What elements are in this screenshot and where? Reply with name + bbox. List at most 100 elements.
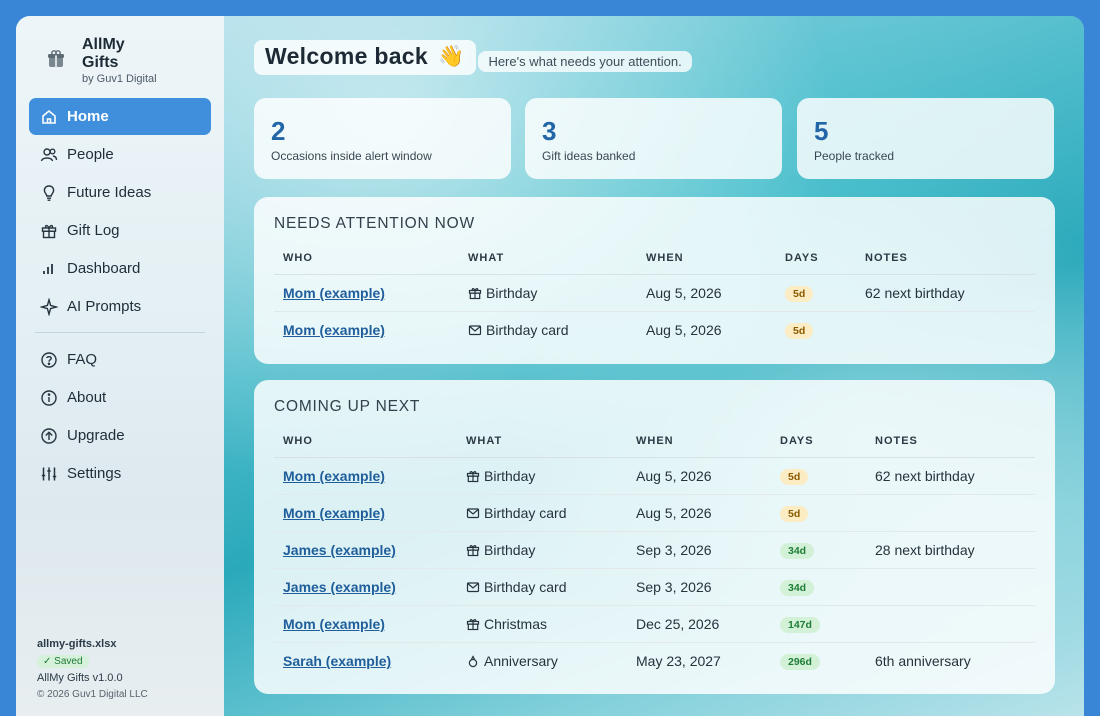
days-badge: 5d [785,286,814,302]
sidebar-item-upgrade[interactable]: Upgrade [29,417,211,454]
table-header-row: WHO WHAT WHEN DAYS NOTES [274,424,1035,458]
app-window: AllMy Gifts by Guv1 Digital Home People … [16,16,1084,716]
occasion-label: Birthday [484,542,536,558]
person-link[interactable]: Sarah (example) [283,653,391,669]
days-badge: 34d [780,543,815,559]
sidebar-item-settings[interactable]: Settings [29,455,211,492]
gift-icon [41,224,57,238]
occasion-label: Anniversary [484,653,558,669]
sidebar-nav: Home People Future Ideas Gift Log Dashbo… [29,98,211,493]
sidebar: AllMy Gifts by Guv1 Digital Home People … [16,16,225,716]
sidebar-item-future-ideas[interactable]: Future Ideas [29,174,211,211]
occasion-notes [866,568,1035,606]
occasion-label: Birthday [486,285,538,301]
occasion-notes: 6th anniversary [875,653,971,669]
sidebar-divider [35,332,205,333]
occasion-date: Sep 3, 2026 [627,568,771,606]
sidebar-item-faq[interactable]: FAQ [29,341,211,378]
occasion-label: Birthday card [486,322,569,338]
brand-subtitle: by Guv1 Digital [82,73,157,85]
lightbulb-icon [43,184,55,201]
person-link[interactable]: Mom (example) [283,616,385,632]
people-icon [40,147,58,161]
page-subtitle: Here's what needs your attention. [478,51,692,72]
section-title: NEEDS ATTENTION NOW [274,215,475,232]
bar-chart-icon [43,263,53,274]
file-name: allmy-gifts.xlsx [37,638,117,650]
sidebar-item-label: AI Prompts [67,298,142,315]
table-row: Mom (example) Birthday card Aug 5, 2026 … [274,494,1035,532]
sidebar-item-label: About [67,389,107,406]
app-version: AllMy Gifts v1.0.0 [37,672,123,684]
coming-up-table: WHO WHAT WHEN DAYS NOTES Mom (example) B… [274,424,1035,679]
days-badge: 147d [780,617,820,633]
stat-card-occasions: 2 Occasions inside alert window [254,98,511,179]
table-row: Sarah (example) Anniversary May 23, 2027… [274,643,1035,680]
days-badge: 5d [780,506,809,522]
person-link[interactable]: James (example) [283,542,396,558]
person-link[interactable]: Mom (example) [283,285,385,301]
occasion-label: Birthday card [484,579,567,595]
sliders-icon [41,467,57,480]
table-row: James (example) Birthday card Sep 3, 202… [274,568,1035,606]
days-badge: 5d [780,469,809,485]
occasion-date: Aug 5, 2026 [627,494,771,532]
table-row: Mom (example) Birthday Aug 5, 2026 5d 62… [274,274,1035,312]
days-badge: 5d [785,323,814,339]
column-header-what: WHAT [459,241,637,275]
days-badge: 34d [780,580,815,596]
occasion-label: Christmas [484,616,548,632]
sidebar-item-label: Future Ideas [67,184,152,201]
occasion-notes [856,312,1035,349]
copyright: © 2026 Guv1 Digital LLC [37,689,148,700]
ring-icon [468,655,478,668]
column-header-when: WHEN [637,241,776,275]
table-row: Mom (example) Christmas Dec 25, 2026 147… [274,605,1035,643]
home-icon [42,109,56,124]
sidebar-item-people[interactable]: People [29,136,211,173]
needs-attention-table: WHO WHAT WHEN DAYS NOTES Mom (example) B… [274,241,1035,348]
table-row: James (example) Birthday Sep 3, 2026 34d… [274,531,1035,569]
sidebar-item-ai-prompts[interactable]: AI Prompts [29,288,211,325]
brand-title: AllMy Gifts [82,36,125,71]
page-title-text: Welcome back [265,43,428,69]
occasion-date: Aug 5, 2026 [637,274,776,312]
column-header-who: WHO [274,424,457,458]
person-link[interactable]: James (example) [283,579,396,595]
info-icon [41,389,57,406]
occasion-label: Birthday card [484,505,567,521]
stat-card-gift-ideas: 3 Gift ideas banked [525,98,782,179]
logo-icon [48,50,64,67]
person-link[interactable]: Mom (example) [283,505,385,521]
needs-attention-card: NEEDS ATTENTION NOW WHO WHAT WHEN DAYS N… [254,197,1055,364]
gift-icon [466,545,480,557]
stat-value: 5 [814,116,829,146]
sidebar-item-label: People [67,146,114,163]
sidebar-item-label: Settings [67,465,122,482]
gift-icon [468,288,482,300]
sidebar-item-dashboard[interactable]: Dashboard [29,250,211,287]
waving-hand-icon: 👋 [437,44,465,68]
occasion-date: Aug 5, 2026 [627,457,771,495]
stat-label: People tracked [814,149,895,163]
occasion-date: Sep 3, 2026 [627,531,771,569]
occasion-label: Birthday [484,468,536,484]
occasion-notes [866,605,1035,643]
envelope-icon [466,582,480,593]
page-title: Welcome back 👋 [254,40,477,75]
occasion-date: Dec 25, 2026 [627,605,771,643]
sparkle-icon [40,297,58,316]
sidebar-item-gift-log[interactable]: Gift Log [29,212,211,249]
sidebar-item-label: Gift Log [67,222,120,239]
sidebar-item-about[interactable]: About [29,379,211,416]
person-link[interactable]: Mom (example) [283,468,385,484]
stat-label: Gift ideas banked [542,149,636,163]
sidebar-item-label: Home [67,108,109,125]
person-link[interactable]: Mom (example) [283,322,385,338]
sidebar-item-home[interactable]: Home [29,98,211,135]
column-header-notes: NOTES [856,241,1035,275]
arrow-up-circle-icon [41,427,57,444]
occasion-notes: 62 next birthday [866,457,1035,495]
sidebar-item-label: Dashboard [67,260,141,277]
column-header-days: DAYS [776,241,856,275]
